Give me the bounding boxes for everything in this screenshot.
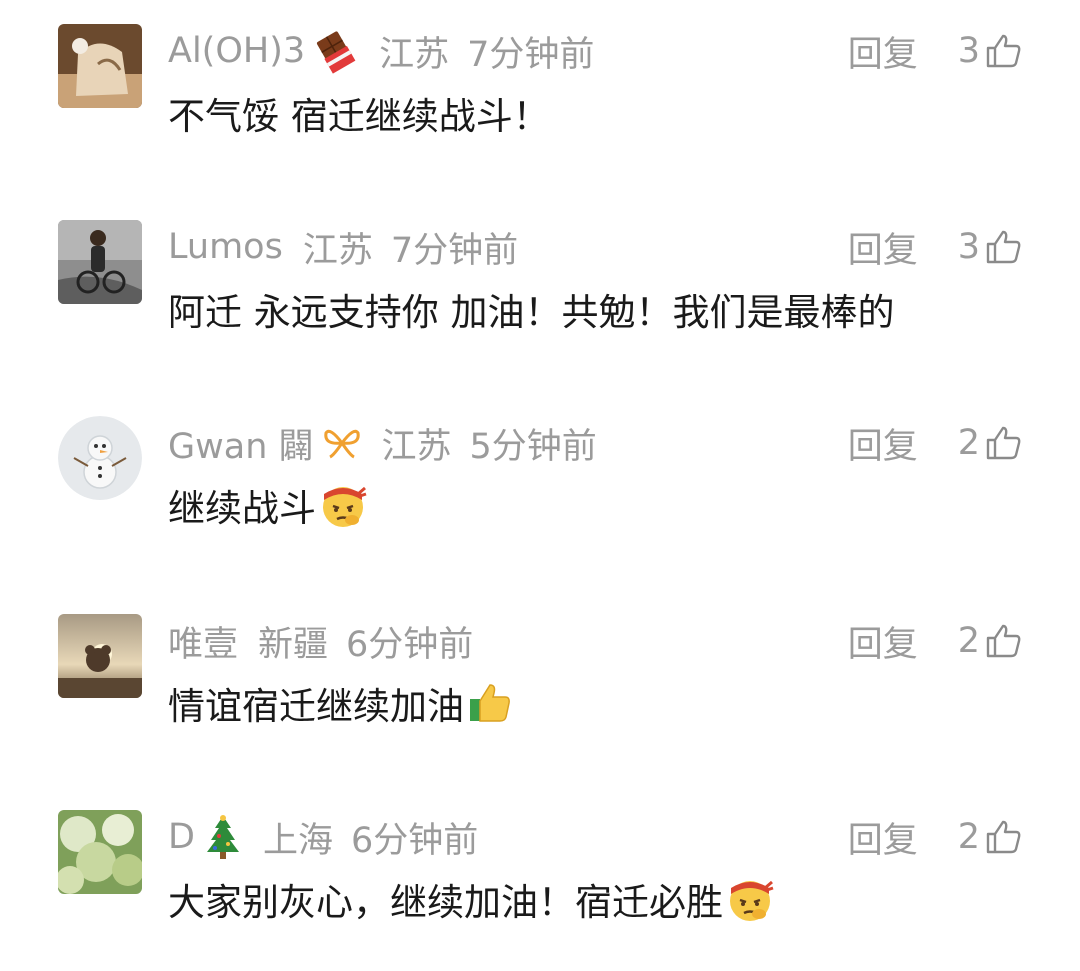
comment-actions: 回复 3 [848, 222, 1022, 273]
reply-button[interactable]: 回复 [848, 812, 918, 863]
like-count: 2 [957, 423, 980, 463]
christmas-tree-icon [203, 814, 243, 860]
ribbon-bow-icon [322, 423, 362, 463]
thumbs-up-icon[interactable] [984, 622, 1022, 660]
like-count: 3 [957, 31, 980, 71]
comment-item: Al(OH)3 江苏 7分钟前 回复 3 不气馁 宿迁继续战斗！ [0, 24, 1080, 144]
comment-text: 大家别灰心，继续加油！宿迁必胜 [168, 881, 723, 924]
nickname[interactable]: D [168, 817, 195, 857]
timestamp: 6分钟前 [350, 820, 479, 861]
comment-actions: 回复 3 [848, 26, 1022, 77]
avatar[interactable] [58, 614, 142, 698]
comment-meta: D 上海 6分钟前 [168, 814, 479, 861]
comment-text: 阿迁 永远支持你 加油！共勉！我们是最棒的 [168, 291, 895, 334]
comment-actions: 回复 2 [848, 812, 1022, 863]
thumbs-up-icon[interactable] [984, 32, 1022, 70]
comment-item: 唯壹 新疆 6分钟前 回复 2 情谊宿迁继续加油 [0, 614, 1080, 734]
comment-item: D 上海 6分钟前 回复 2 大家别灰心，继续加油！宿迁必胜 [0, 810, 1080, 930]
comment-text-row: 不气馁 宿迁继续战斗！ [168, 86, 550, 140]
reply-button[interactable]: 回复 [848, 418, 918, 469]
comment-text-row: 阿迁 永远支持你 加油！共勉！我们是最棒的 [168, 282, 895, 336]
comment-meta: Al(OH)3 江苏 7分钟前 [168, 28, 595, 75]
region: 江苏 [379, 34, 450, 75]
region: 新疆 [258, 624, 329, 665]
nickname[interactable]: 唯壹 [168, 616, 238, 667]
region: 江苏 [381, 426, 452, 467]
comment-actions: 回复 2 [848, 616, 1022, 667]
comment-item: Gwan 闢 江苏 5分钟前 回复 2 继续战斗 [0, 416, 1080, 536]
comment-text: 不气馁 宿迁继续战斗！ [168, 95, 550, 138]
region: 上海 [262, 820, 333, 861]
timestamp: 7分钟前 [467, 34, 595, 75]
reply-button[interactable]: 回复 [848, 26, 918, 77]
comment-text-row: 大家别灰心，继续加油！宿迁必胜 [168, 872, 775, 926]
reply-button[interactable]: 回复 [848, 616, 918, 667]
comment-meta: Lumos 江苏 7分钟前 [168, 224, 519, 271]
thumbs-up-emoji [466, 679, 514, 727]
like-count: 2 [957, 621, 980, 661]
reply-button[interactable]: 回复 [848, 222, 918, 273]
chocolate-bar-icon [313, 28, 359, 74]
thumbs-up-icon[interactable] [984, 818, 1022, 856]
nickname[interactable]: Al(OH)3 [168, 31, 305, 71]
thumbs-up-icon[interactable] [984, 424, 1022, 462]
comment-meta: 唯壹 新疆 6分钟前 [168, 616, 474, 667]
nickname[interactable]: Lumos [168, 227, 283, 267]
determined-face-emoji [725, 874, 775, 924]
thumbs-up-icon[interactable] [984, 228, 1022, 266]
like-count: 3 [957, 227, 980, 267]
comment-actions: 回复 2 [848, 418, 1022, 469]
avatar[interactable] [58, 416, 142, 500]
comment-text: 情谊宿迁继续加油 [168, 685, 464, 728]
comment-text-row: 情谊宿迁继续加油 [168, 676, 514, 730]
timestamp: 5分钟前 [469, 426, 597, 467]
avatar[interactable] [58, 810, 142, 894]
nickname[interactable]: Gwan 闢 [168, 418, 314, 469]
determined-face-emoji [318, 480, 368, 530]
comment-meta: Gwan 闢 江苏 5分钟前 [168, 418, 597, 469]
comment-text: 继续战斗 [168, 487, 316, 530]
timestamp: 6分钟前 [346, 624, 474, 665]
avatar[interactable] [58, 24, 142, 108]
timestamp: 7分钟前 [390, 230, 519, 271]
region: 江苏 [302, 230, 373, 271]
like-count: 2 [957, 817, 980, 857]
comment-item: Lumos 江苏 7分钟前 回复 3 阿迁 永远支持你 加油！共勉！我们是最棒的 [0, 220, 1080, 340]
comment-text-row: 继续战斗 [168, 478, 368, 532]
avatar[interactable] [58, 220, 142, 304]
